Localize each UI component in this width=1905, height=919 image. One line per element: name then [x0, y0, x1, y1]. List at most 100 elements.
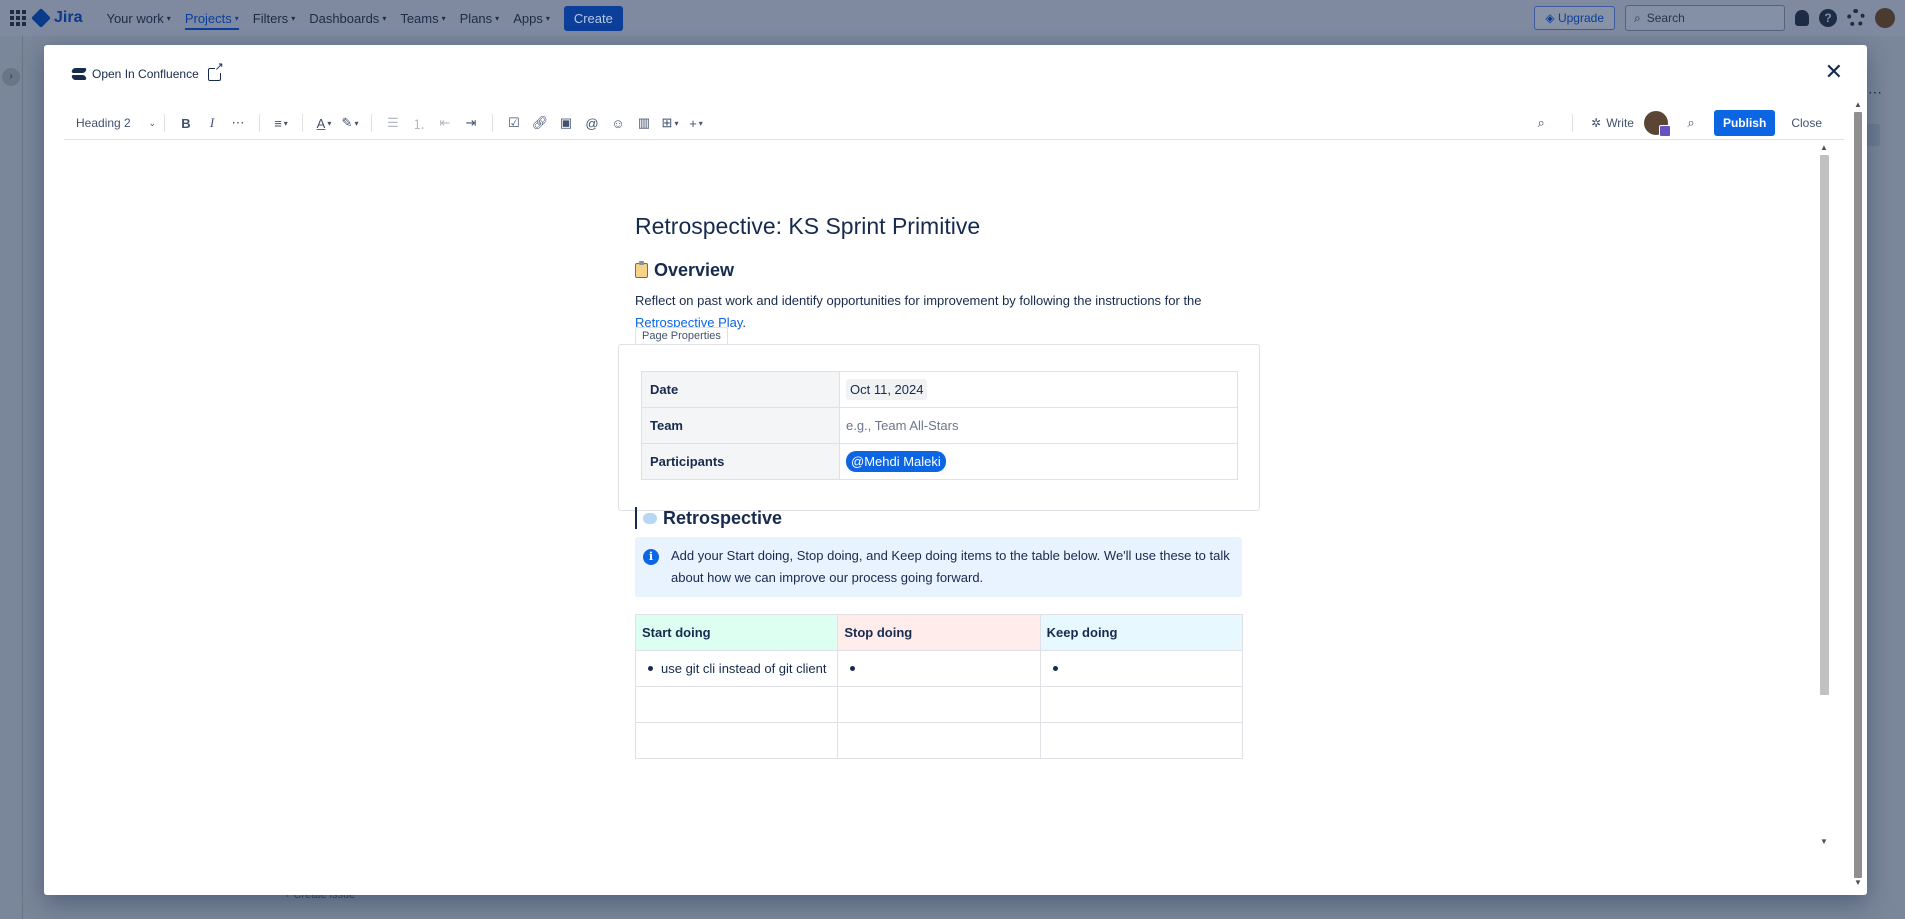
bullet-list-icon[interactable]: ☰	[382, 111, 404, 135]
text-style-dropdown[interactable]: Heading 2 ⌄	[76, 116, 156, 130]
keep-doing-cell[interactable]	[1039, 650, 1244, 687]
settings-icon[interactable]	[1847, 9, 1865, 27]
table-row: Team e.g., Team All-Stars	[641, 407, 1238, 444]
overview-heading[interactable]: Overview	[635, 260, 734, 281]
nav-plans[interactable]: Plans ▾	[460, 11, 500, 26]
highlight-icon[interactable]: ✎ ▾	[339, 111, 361, 135]
link-icon[interactable]: 🔗︎	[529, 111, 551, 135]
empty-cell[interactable]	[837, 686, 1041, 723]
properties-table: Date Oct 11, 2024 Team e.g., Team All-St…	[641, 371, 1238, 480]
nav-apps[interactable]: Apps ▾	[513, 11, 550, 26]
create-button[interactable]: Create	[563, 5, 623, 31]
intro-paragraph[interactable]: Reflect on past work and identify opport…	[635, 290, 1255, 334]
avatar[interactable]	[1875, 8, 1895, 28]
editor-content[interactable]: Retrospective: KS Sprint Primitive Overv…	[64, 141, 1830, 851]
nav-teams[interactable]: Teams ▾	[400, 11, 445, 26]
text-cursor	[635, 507, 637, 529]
nav-projects[interactable]: Projects ▾	[184, 11, 239, 30]
modal-scrollbar[interactable]: ▲ ▼	[1852, 100, 1864, 890]
image-icon[interactable]: ▣	[555, 111, 577, 135]
date-cell[interactable]: Oct 11, 2024	[839, 371, 1238, 408]
editor-scrollbar[interactable]: ▲ ▼	[1817, 141, 1831, 851]
help-icon[interactable]: ?	[1819, 9, 1837, 27]
notifications-icon[interactable]	[1795, 10, 1809, 26]
empty-cell[interactable]	[837, 722, 1041, 759]
user-mention[interactable]: @Mehdi Maleki	[846, 451, 946, 472]
more-formatting-icon[interactable]: ⋯	[227, 111, 249, 135]
emoji-icon[interactable]: ☺	[607, 111, 629, 135]
app-switcher-icon[interactable]	[10, 10, 26, 26]
empty-cell[interactable]	[634, 686, 839, 723]
indent-icon[interactable]: ⇥	[460, 111, 482, 135]
team-placeholder: e.g., Team All-Stars	[846, 418, 959, 433]
publish-button[interactable]: Publish	[1713, 110, 1776, 136]
scrollbar-thumb[interactable]	[1820, 155, 1829, 695]
stop-doing-header[interactable]: Stop doing	[837, 614, 1041, 651]
empty-cell[interactable]	[634, 722, 839, 759]
retrospective-heading[interactable]: Retrospective	[635, 507, 782, 529]
empty-cell[interactable]	[1039, 686, 1244, 723]
numbered-list-icon[interactable]: ⒈	[408, 111, 430, 135]
jira-logo[interactable]: Jira	[31, 8, 82, 28]
scroll-up-icon[interactable]: ▲	[1820, 143, 1828, 152]
info-icon: i	[643, 549, 659, 565]
ai-sparkle-icon: ✲	[1591, 116, 1602, 130]
participants-label: Participants	[641, 443, 840, 480]
mention-icon[interactable]: @	[581, 111, 603, 135]
sidebar-edge	[22, 36, 23, 919]
editor-toolbar: Heading 2 ⌄ B I ⋯ ≡ ▾ A ▾ ✎ ▾ ☰ ⒈ ⇤ ⇥ ☑ 🔗︎ ▣…	[64, 107, 1844, 140]
confluence-logo-icon	[72, 68, 86, 80]
keep-doing-header[interactable]: Keep doing	[1039, 614, 1244, 651]
confluence-editor-modal: Open In Confluence ✕ Heading 2⌄ B I ⋯ ≡▾…	[44, 45, 1867, 895]
layout-icon[interactable]: ▥	[633, 111, 655, 135]
info-panel-text: Add your Start doing, Stop doing, and Ke…	[671, 548, 1230, 585]
scrollbar-thumb[interactable]	[1854, 112, 1862, 878]
empty-cell[interactable]	[1039, 722, 1244, 759]
close-icon[interactable]: ✕	[1825, 59, 1843, 85]
table-row: Date Oct 11, 2024	[641, 371, 1238, 408]
speech-bubble-emoji-icon	[643, 512, 657, 524]
table-icon[interactable]: ⊞ ▾	[659, 111, 681, 135]
action-item-icon[interactable]: ☑	[503, 111, 525, 135]
page-properties-label[interactable]: Page Properties	[635, 327, 728, 345]
nav-your-work[interactable]: Your work ▾	[106, 11, 170, 26]
close-editor-button[interactable]: Close	[1785, 110, 1828, 136]
search-icon[interactable]: ⌕	[1680, 111, 1702, 135]
write-button[interactable]: ✲ Write	[1591, 116, 1634, 130]
clipboard-emoji-icon	[635, 261, 648, 278]
align-icon[interactable]: ≡ ▾	[270, 111, 292, 135]
scroll-down-icon[interactable]: ▼	[1854, 878, 1862, 887]
page-title[interactable]: Retrospective: KS Sprint Primitive	[635, 213, 980, 240]
modal-header: Open In Confluence ✕	[44, 45, 1867, 107]
text-color-icon[interactable]: A ▾	[313, 111, 335, 135]
upgrade-button[interactable]: ◈ Upgrade	[1534, 6, 1615, 30]
team-cell[interactable]: e.g., Team All-Stars	[839, 407, 1238, 444]
scroll-down-icon[interactable]: ▼	[1820, 837, 1828, 846]
start-doing-cell[interactable]: use git cli instead of git client	[634, 650, 839, 687]
scroll-up-icon[interactable]: ▲	[1854, 100, 1862, 109]
nav-filters[interactable]: Filters ▾	[253, 11, 295, 26]
open-in-confluence-link[interactable]: Open In Confluence	[72, 61, 224, 81]
outdent-icon[interactable]: ⇤	[434, 111, 456, 135]
search-input[interactable]: ⌕ Search	[1625, 5, 1785, 31]
search-icon: ⌕	[1634, 10, 1641, 25]
stop-doing-cell[interactable]	[837, 650, 1041, 687]
participants-cell[interactable]: @Mehdi Maleki	[839, 443, 1238, 480]
find-icon[interactable]: ⌕	[1530, 111, 1552, 135]
date-label: Date	[641, 371, 840, 408]
collaborator-avatar[interactable]	[1643, 111, 1671, 137]
chevron-down-icon: ⌄	[148, 117, 156, 128]
toolbar-divider	[164, 114, 165, 132]
bullet-icon	[850, 666, 856, 671]
italic-icon[interactable]: I	[201, 111, 223, 135]
toolbar-divider	[492, 114, 493, 132]
info-panel[interactable]: i Add your Start doing, Stop doing, and …	[635, 537, 1242, 597]
insert-icon[interactable]: + ▾	[685, 111, 707, 135]
start-doing-header[interactable]: Start doing	[634, 614, 839, 651]
bold-icon[interactable]: B	[175, 111, 197, 135]
expand-sidebar-icon[interactable]: ›	[2, 68, 20, 86]
jira-mark-icon	[31, 8, 51, 28]
date-chip[interactable]: Oct 11, 2024	[846, 379, 928, 400]
chevron-down-icon: ▾	[291, 13, 296, 23]
nav-dashboards[interactable]: Dashboards ▾	[309, 11, 386, 26]
